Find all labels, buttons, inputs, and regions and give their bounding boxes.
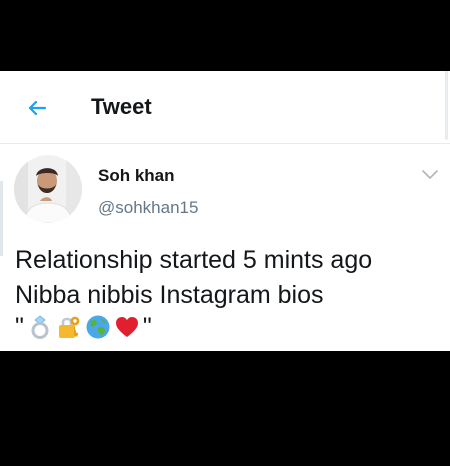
author-handle[interactable]: @sohkhan15 [98, 198, 198, 218]
page-title: Tweet [91, 94, 152, 119]
tweet-text: Relationship started 5 mints ago Nibba n… [15, 243, 440, 313]
globe-icon [86, 315, 110, 339]
avatar[interactable] [14, 155, 82, 223]
red-heart-icon [115, 317, 138, 337]
tweet-line-2: Nibba nibbis Instagram bios [15, 281, 324, 309]
ring-icon [31, 315, 49, 339]
quote-close: " [142, 312, 152, 341]
profile-photo [14, 155, 82, 223]
author-name[interactable]: Soh khan [98, 166, 175, 186]
quote-open: " [15, 312, 24, 341]
emoji-line: " " [15, 312, 152, 342]
top-bar: Tweet [0, 71, 450, 144]
more-options-button[interactable] [419, 167, 441, 183]
tweet-line-1: Relationship started 5 mints ago [15, 246, 373, 274]
tweet-card: Tweet Soh khan @sohkhan15 Relationship s… [0, 71, 450, 351]
back-arrow-icon [28, 100, 47, 116]
locked-with-key-icon [58, 316, 80, 338]
back-button[interactable] [20, 91, 54, 125]
chevron-down-icon [422, 170, 438, 179]
left-edge-divider [0, 181, 3, 256]
